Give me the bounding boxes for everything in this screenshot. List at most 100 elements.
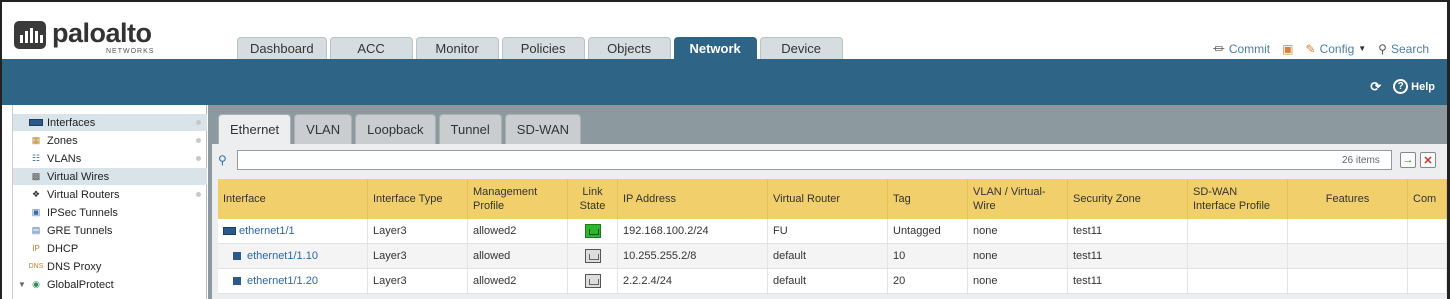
tab-ethernet[interactable]: Ethernet (218, 114, 292, 144)
refresh-icon[interactable]: ⟳ (1368, 79, 1383, 94)
config-menu-button[interactable]: ✎ Config ▼ (1306, 42, 1367, 56)
cell-management-profile: allowed2 (468, 269, 568, 293)
lock-icon: ▣ (1282, 41, 1294, 56)
cell-vlan-virtual-wire: none (968, 269, 1068, 293)
col-sdwan-interface-profile[interactable]: SD-WAN Interface Profile (1188, 179, 1288, 219)
sidebar-item-label: IPSec Tunnels (47, 206, 118, 219)
sidebar-item-dhcp[interactable]: IP DHCP (13, 240, 207, 257)
sidebar-item-zones[interactable]: ▦ Zones (13, 132, 207, 149)
tab-tunnel[interactable]: Tunnel (438, 114, 502, 144)
sidebar-item-gre-tunnels[interactable]: ▤ GRE Tunnels (13, 222, 207, 239)
commit-icon: ⏛ (1212, 42, 1225, 56)
cell-management-profile: allowed2 (468, 219, 568, 243)
sidebar-item-dns-proxy[interactable]: DNS DNS Proxy (13, 258, 207, 275)
link-down-icon (584, 249, 601, 263)
interfaces-icon (29, 117, 43, 128)
cell-tag: 20 (888, 269, 968, 293)
ethernet-content: ⚲ 26 items → ✕ Interface Interface Type … (212, 144, 1447, 299)
table-row[interactable]: ethernet1/1.20 Layer3 allowed2 2.2.2.4/2… (218, 269, 1447, 294)
tab-objects[interactable]: Objects (587, 37, 671, 60)
status-dot (196, 138, 201, 143)
expand-triangle-icon[interactable]: ▼ (18, 280, 26, 289)
help-label: Help (1411, 80, 1435, 93)
gre-tunnels-icon: ▤ (31, 225, 41, 235)
col-vlan-virtual-wire[interactable]: VLAN / Virtual-Wire (968, 179, 1068, 219)
cell-security-zone: test11 (1068, 244, 1188, 268)
interface-link[interactable]: ethernet1/1.20 (247, 275, 318, 287)
col-management-profile[interactable]: Management Profile (468, 179, 568, 219)
cell-sdwan-interface-profile (1188, 269, 1288, 293)
virtual-routers-icon: ❖ (31, 189, 41, 199)
cell-ip-address: 2.2.2.4/24 (618, 269, 768, 293)
sidebar-item-ipsec-tunnels[interactable]: ▣ IPSec Tunnels (13, 204, 207, 221)
search-icon: ⚲ (1378, 41, 1387, 56)
cell-interface: ethernet1/1 (218, 219, 368, 243)
col-link-state[interactable]: Link State (568, 179, 618, 219)
band-actions: ⟳ ? Help (1368, 79, 1435, 94)
cell-tag: Untagged (888, 219, 968, 243)
tab-vlan[interactable]: VLAN (294, 114, 353, 144)
col-tag[interactable]: Tag (888, 179, 968, 219)
tab-network[interactable]: Network (673, 37, 757, 60)
apply-filter-button[interactable]: → (1400, 152, 1416, 168)
cell-comment (1408, 219, 1447, 243)
table-row[interactable]: ethernet1/1 Layer3 allowed2 192.168.100.… (218, 219, 1447, 244)
config-label: Config (1319, 41, 1355, 56)
tab-monitor[interactable]: Monitor (415, 37, 499, 60)
brand-subtitle: NETWORKS (106, 48, 155, 55)
tab-loopback[interactable]: Loopback (355, 114, 436, 144)
col-interface-type[interactable]: Interface Type (368, 179, 468, 219)
sidebar-item-label: GRE Tunnels (47, 224, 113, 237)
col-virtual-router[interactable]: Virtual Router (768, 179, 888, 219)
cell-features (1288, 269, 1408, 293)
dhcp-icon: IP (32, 244, 40, 253)
filter-bar: ⚲ 26 items → ✕ (216, 150, 1441, 170)
cell-virtual-router: FU (768, 219, 888, 243)
sidebar-item-interfaces[interactable]: Interfaces (13, 114, 207, 131)
commit-button[interactable]: ⏛ Commit (1213, 40, 1270, 57)
cell-virtual-router: default (768, 244, 888, 268)
tab-sd-wan[interactable]: SD-WAN (504, 114, 582, 144)
sidebar-item-virtual-routers[interactable]: ❖ Virtual Routers (13, 186, 207, 203)
link-up-icon (584, 224, 601, 238)
interface-link[interactable]: ethernet1/1.10 (247, 250, 318, 262)
cell-vlan-virtual-wire: none (968, 219, 1068, 243)
col-ip-address[interactable]: IP Address (618, 179, 768, 219)
sidebar-item-label: Virtual Wires (47, 170, 110, 183)
sidebar-item-label: GlobalProtect (47, 278, 114, 291)
sidebar-item-virtual-wires[interactable]: ▩ Virtual Wires (13, 168, 207, 185)
cell-security-zone: test11 (1068, 269, 1188, 293)
help-button[interactable]: ? Help (1393, 79, 1435, 94)
col-interface[interactable]: Interface (218, 179, 368, 219)
sidebar-item-vlans[interactable]: ☷ VLANs (13, 150, 207, 167)
app-header: paloalto NETWORKS Dashboard ACC Monitor … (2, 2, 1447, 60)
cell-ip-address: 10.255.255.2/8 (618, 244, 768, 268)
col-security-zone[interactable]: Security Zone (1068, 179, 1188, 219)
tab-policies[interactable]: Policies (501, 37, 585, 60)
brand-name: paloalto (52, 18, 152, 48)
status-dot (196, 120, 201, 125)
sidebar-item-globalprotect[interactable]: ▼ ◉ GlobalProtect (13, 276, 207, 293)
filter-input[interactable] (237, 150, 1392, 170)
top-nav-tabs: Dashboard ACC Monitor Policies Objects N… (237, 37, 843, 60)
sidebar-item-label: VLANs (47, 152, 82, 165)
tab-device[interactable]: Device (759, 37, 843, 60)
tab-dashboard[interactable]: Dashboard (237, 37, 327, 60)
interface-link[interactable]: ethernet1/1 (239, 225, 295, 237)
lock-button[interactable]: ▣ (1282, 42, 1293, 56)
cell-sdwan-interface-profile (1188, 244, 1288, 268)
cell-ip-address: 192.168.100.2/24 (618, 219, 768, 243)
zones-icon: ▦ (31, 135, 41, 145)
col-features[interactable]: Features (1288, 179, 1408, 219)
toolbar-band: ⟳ ? Help (2, 59, 1447, 105)
cell-security-zone: test11 (1068, 219, 1188, 243)
table-row[interactable]: ethernet1/1.10 Layer3 allowed 10.255.255… (218, 244, 1447, 269)
interface-type-tabs: Ethernet VLAN Loopback Tunnel SD-WAN (218, 114, 582, 144)
cell-link-state (568, 219, 618, 243)
search-button[interactable]: ⚲ Search (1378, 42, 1429, 56)
cell-virtual-router: default (768, 269, 888, 293)
clear-filter-button[interactable]: ✕ (1420, 152, 1436, 168)
tab-acc[interactable]: ACC (329, 37, 413, 60)
col-comment[interactable]: Com (1408, 179, 1447, 219)
cell-interface-type: Layer3 (368, 219, 468, 243)
